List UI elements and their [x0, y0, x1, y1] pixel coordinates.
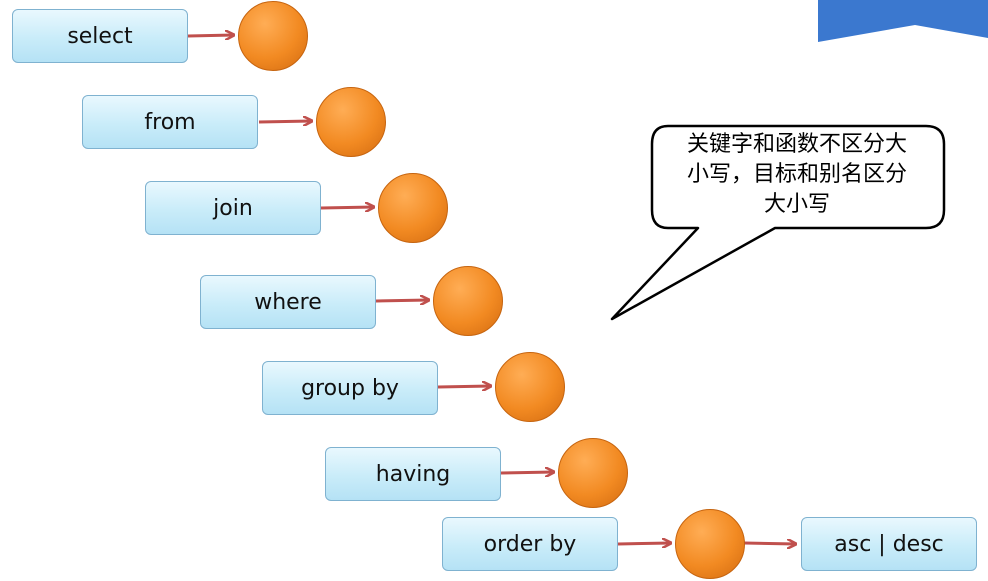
step-having: having	[325, 447, 501, 501]
step-label: having	[375, 461, 451, 487]
step-select: select	[12, 9, 188, 63]
arrow-final	[743, 543, 796, 544]
node-order-by	[675, 509, 745, 579]
step-label: select	[67, 23, 133, 49]
callout-line-2: 小写，目标和别名区分	[686, 162, 907, 187]
step-label: join	[213, 195, 253, 221]
node-select	[238, 1, 308, 71]
node-join	[378, 173, 448, 243]
arrow-order-by	[617, 543, 671, 544]
step-label: group by	[301, 375, 399, 401]
callout-line-1: 关键字和函数不区分大	[686, 132, 907, 157]
node-where	[433, 266, 503, 336]
step-where: where	[200, 275, 376, 329]
arrow-where	[375, 300, 429, 301]
step-label: where	[254, 289, 322, 315]
step-label: order by	[483, 531, 577, 557]
callout-line-3: 大小写	[763, 192, 830, 217]
arrow-having	[500, 472, 554, 473]
step-label: from	[144, 109, 196, 135]
step-label: asc | desc	[834, 531, 944, 557]
step-from: from	[82, 95, 258, 149]
node-having	[558, 438, 628, 508]
callout-text: 关键字和函数不区分大 小写，目标和别名区分 大小写	[662, 130, 932, 220]
step-asc-desc: asc | desc	[801, 517, 977, 571]
arrow-select	[187, 35, 234, 36]
step-group-by: group by	[262, 361, 438, 415]
node-group-by	[495, 352, 565, 422]
arrow-join	[320, 207, 374, 208]
step-join: join	[145, 181, 321, 235]
arrow-from	[258, 121, 312, 122]
step-order-by: order by	[442, 517, 618, 571]
arrow-group-by	[437, 386, 491, 387]
node-from	[316, 87, 386, 157]
